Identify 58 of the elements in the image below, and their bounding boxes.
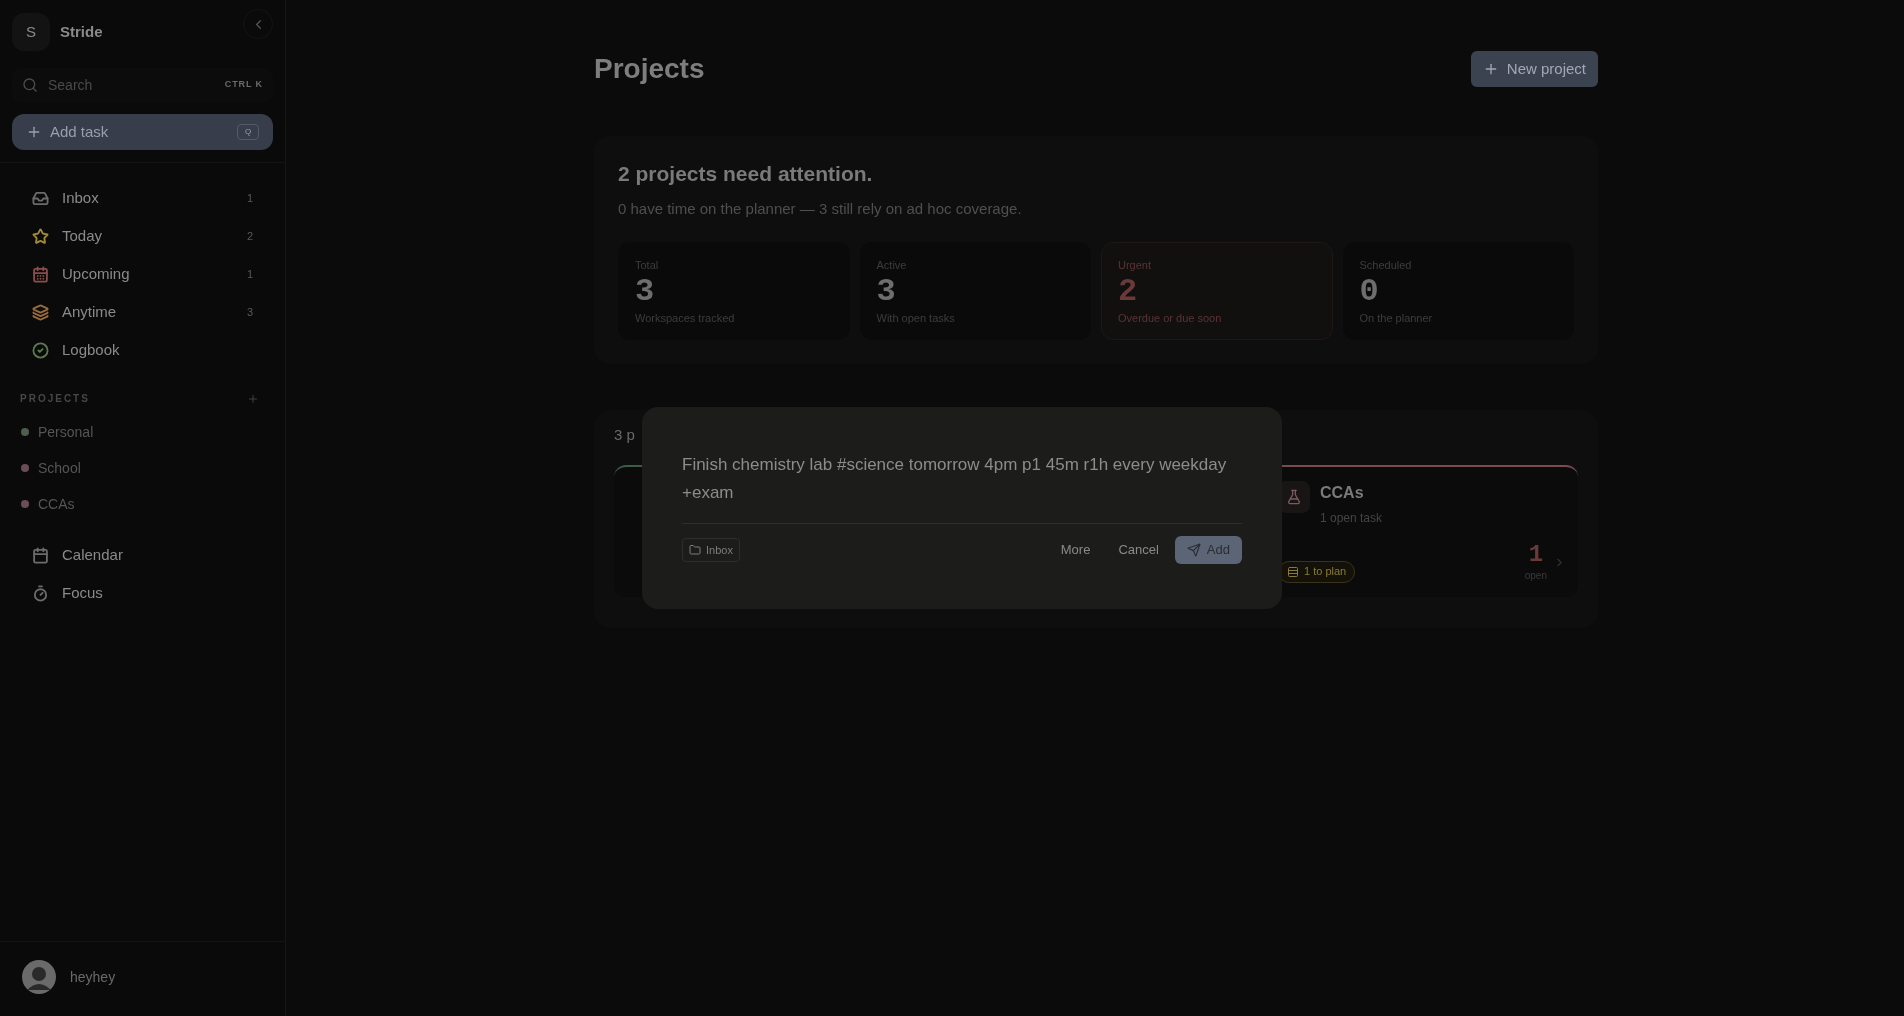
plus-icon bbox=[26, 124, 42, 140]
project-item[interactable]: Personal bbox=[12, 414, 273, 450]
project-item[interactable]: CCAs bbox=[12, 486, 273, 522]
cancel-button[interactable]: Cancel bbox=[1110, 536, 1167, 564]
search-icon bbox=[22, 77, 38, 93]
task-input[interactable]: Finish chemistry lab #science tomorrow 4pm p1 45m r1h every weekday +exam bbox=[682, 451, 1242, 524]
nav-count: 2 bbox=[246, 228, 253, 244]
project-count: 3 p bbox=[614, 425, 636, 445]
attention-headline: 2 projects need attention. bbox=[618, 161, 874, 187]
nav-item[interactable]: Today 2 bbox=[12, 217, 273, 255]
stat-value: 3 bbox=[876, 273, 897, 310]
nav-count: 1 bbox=[246, 266, 253, 282]
user-name: heyhey bbox=[70, 967, 116, 987]
add-task-button[interactable]: Add task Q bbox=[12, 114, 273, 150]
nav-item[interactable]: Logbook bbox=[12, 331, 273, 369]
folder-icon bbox=[689, 544, 701, 556]
nav-label: Focus bbox=[62, 582, 103, 603]
project-picker[interactable]: Inbox bbox=[682, 538, 740, 562]
project-item[interactable]: School bbox=[12, 450, 273, 486]
attention-subtitle: 0 have time on the planner — 3 still rely on ad hoc coverage. bbox=[618, 198, 1023, 219]
nav-label: Today bbox=[62, 225, 103, 246]
nav-label: Anytime bbox=[62, 301, 117, 322]
nav-label: Logbook bbox=[62, 339, 120, 360]
project-label: Personal bbox=[38, 422, 94, 442]
add-project-icon[interactable] bbox=[247, 392, 259, 405]
app-name: Stride bbox=[60, 21, 103, 42]
stat-value: 3 bbox=[635, 273, 656, 310]
section-heading: PROJECTS bbox=[20, 392, 90, 406]
nav-item[interactable]: Inbox 1 bbox=[12, 179, 273, 217]
search-field[interactable]: Search bbox=[48, 74, 198, 96]
stat-label: Urgent bbox=[1118, 258, 1153, 273]
send-icon bbox=[1186, 543, 1201, 557]
shortcut-hint: CTRL K bbox=[224, 78, 263, 92]
nav-label: Upcoming bbox=[62, 263, 130, 284]
more-button[interactable]: More bbox=[1052, 536, 1099, 564]
calendar-icon bbox=[32, 546, 49, 564]
open-count: 1 bbox=[1528, 541, 1544, 568]
nav-item[interactable]: Calendar bbox=[12, 536, 273, 574]
nav-item[interactable]: Focus bbox=[12, 574, 273, 612]
nav-count: 3 bbox=[246, 304, 253, 320]
nav-count: 1 bbox=[246, 190, 253, 206]
app-logo: S bbox=[12, 13, 50, 51]
nav-label: Calendar bbox=[62, 544, 123, 565]
stat-value: 2 bbox=[1118, 273, 1139, 310]
nav-item[interactable]: Anytime 3 bbox=[12, 293, 273, 331]
page-title: Projects bbox=[594, 52, 705, 86]
nav-item[interactable]: Upcoming 1 bbox=[12, 255, 273, 293]
project-label: School bbox=[38, 458, 81, 478]
project-label: CCAs bbox=[38, 494, 75, 514]
shortcut-key: Q bbox=[237, 124, 259, 140]
nav-label: Inbox bbox=[62, 187, 99, 208]
timer-icon bbox=[32, 584, 49, 602]
new-project-button[interactable]: New project bbox=[1470, 51, 1598, 87]
stat-caption: Overdue or due soon bbox=[1118, 310, 1223, 326]
stat-value: 0 bbox=[1359, 273, 1380, 310]
card-title: CCAs bbox=[1320, 482, 1365, 503]
card-subtitle: 1 open task bbox=[1320, 509, 1383, 527]
avatar-icon bbox=[22, 960, 56, 994]
